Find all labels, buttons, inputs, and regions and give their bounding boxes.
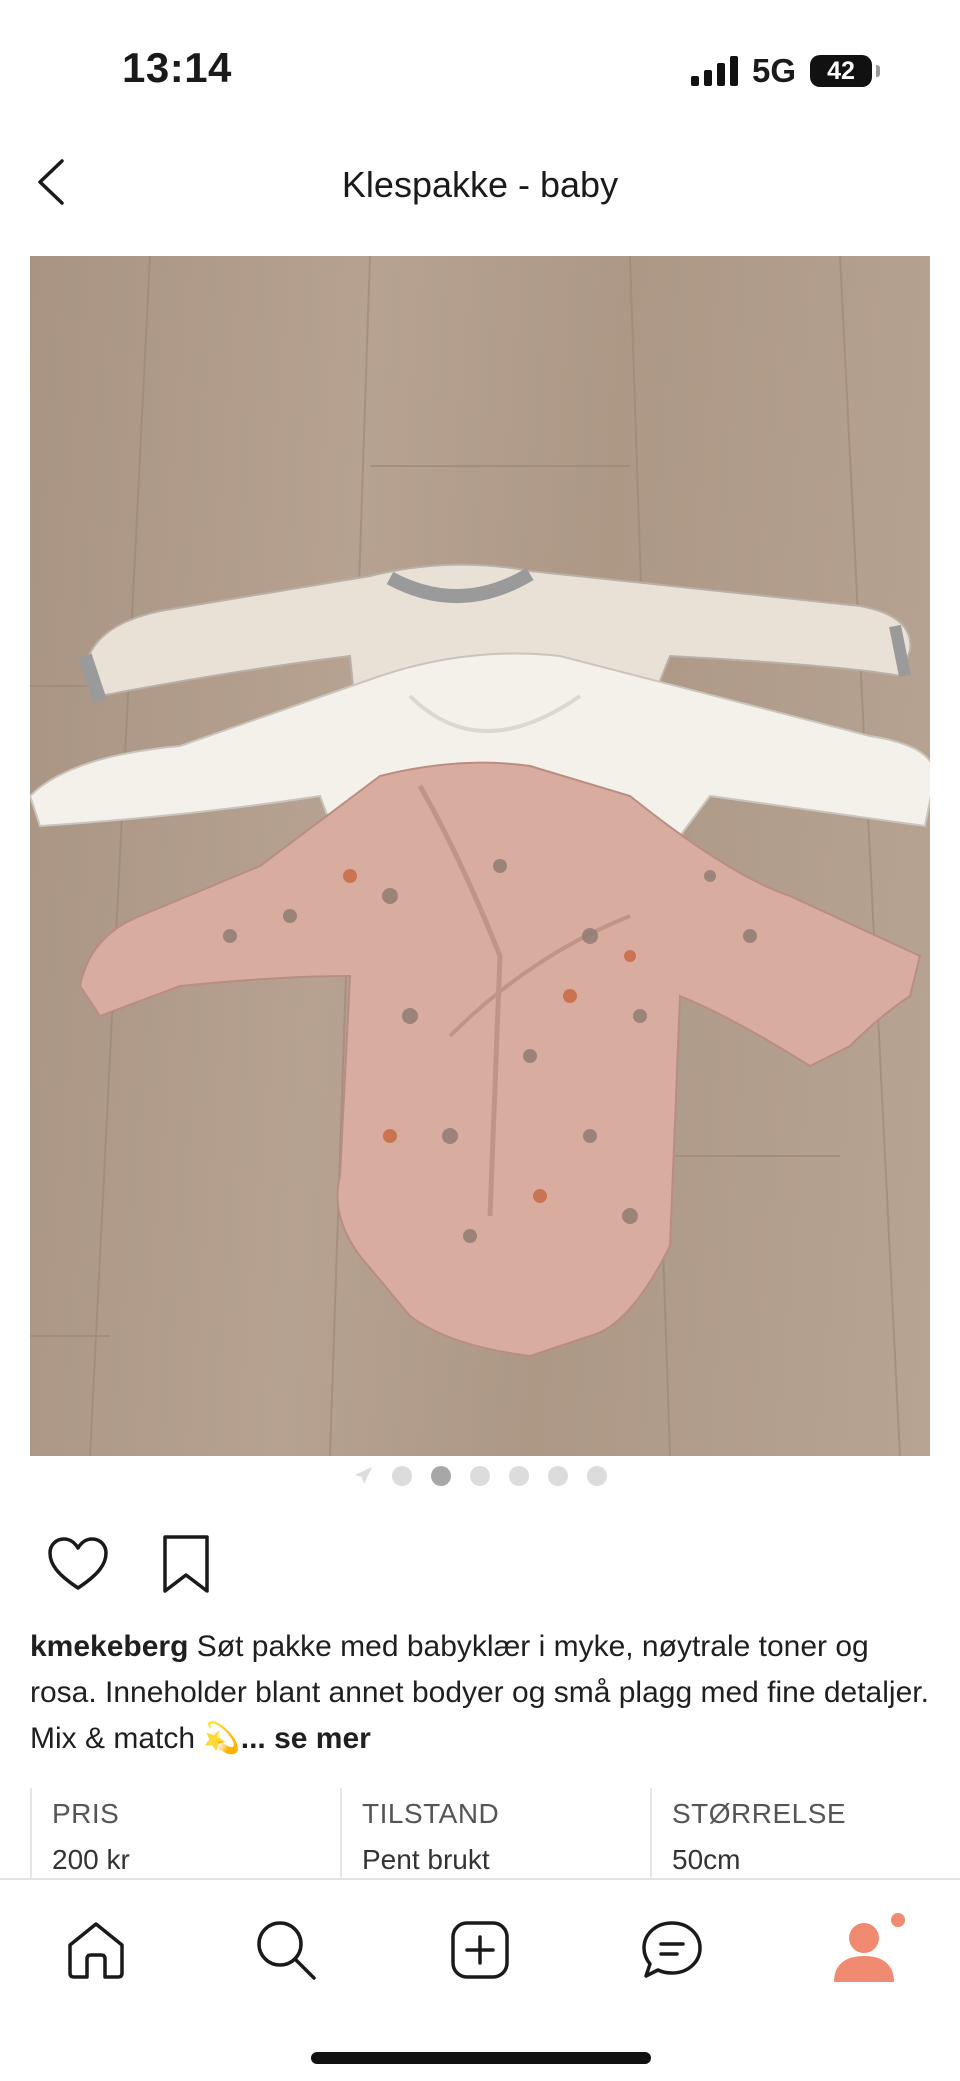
post-description: kmekeberg Søt pakke med babyklær i myke,… [30, 1624, 930, 1762]
status-time: 13:14 [122, 44, 232, 91]
carousel-dot[interactable] [587, 1466, 607, 1486]
search-icon [257, 1921, 316, 1980]
nav-add-listing[interactable] [444, 1914, 516, 1986]
home-icon [68, 1922, 124, 1979]
detail-label: PRIS [52, 1798, 120, 1829]
detail-value: 200 kr [52, 1844, 130, 1875]
detail-price: PRIS 200 kr [30, 1788, 340, 1880]
signal-icon [690, 56, 738, 86]
heart-icon [48, 1537, 108, 1590]
detail-condition: TILSTAND Pent brukt [340, 1788, 650, 1880]
post-actions [46, 1532, 218, 1596]
detail-size: STØRRELSE 50cm [650, 1788, 960, 1880]
battery-icon: 42 [810, 55, 872, 87]
detail-label: TILSTAND [362, 1798, 500, 1829]
nav-messages[interactable] [636, 1914, 708, 1986]
add-icon [451, 1921, 509, 1979]
carousel-dot[interactable] [509, 1466, 529, 1486]
carousel-indicator [0, 1466, 960, 1486]
battery-tip [876, 65, 880, 77]
carousel-dot[interactable] [392, 1466, 412, 1486]
nav-search[interactable] [250, 1914, 322, 1986]
save-button[interactable] [154, 1532, 218, 1596]
sparkle-emoji: 💫 [203, 1722, 241, 1755]
detail-label: STØRRELSE [672, 1798, 847, 1829]
messages-icon [642, 1921, 702, 1978]
bottom-nav [0, 1878, 960, 2081]
product-image [30, 256, 930, 1456]
status-indicators: 5G 42 [690, 52, 880, 90]
location-arrow-icon [355, 1467, 372, 1484]
nav-home[interactable] [60, 1914, 132, 1986]
bookmark-icon [163, 1535, 209, 1593]
like-button[interactable] [46, 1532, 110, 1596]
username-link[interactable]: kmekeberg [30, 1630, 188, 1663]
carousel-dot[interactable] [470, 1466, 490, 1486]
carousel-dot[interactable] [548, 1466, 568, 1486]
home-indicator [311, 2052, 651, 2064]
detail-value: Pent brukt [362, 1844, 490, 1875]
detail-value: 50cm [672, 1844, 741, 1875]
see-more-link[interactable]: ... se mer [241, 1722, 371, 1755]
network-label: 5G [751, 52, 796, 89]
product-details: PRIS 200 kr TILSTAND Pent brukt STØRRELS… [30, 1788, 960, 1880]
product-photo[interactable] [30, 256, 930, 1456]
page-title: Klespakke - baby [341, 164, 619, 205]
nav-profile[interactable] [828, 1913, 908, 1986]
profile-icon [834, 1913, 905, 1982]
carousel-dot-active[interactable] [431, 1466, 451, 1486]
status-bar: 13:14 5G 42 [0, 0, 960, 140]
